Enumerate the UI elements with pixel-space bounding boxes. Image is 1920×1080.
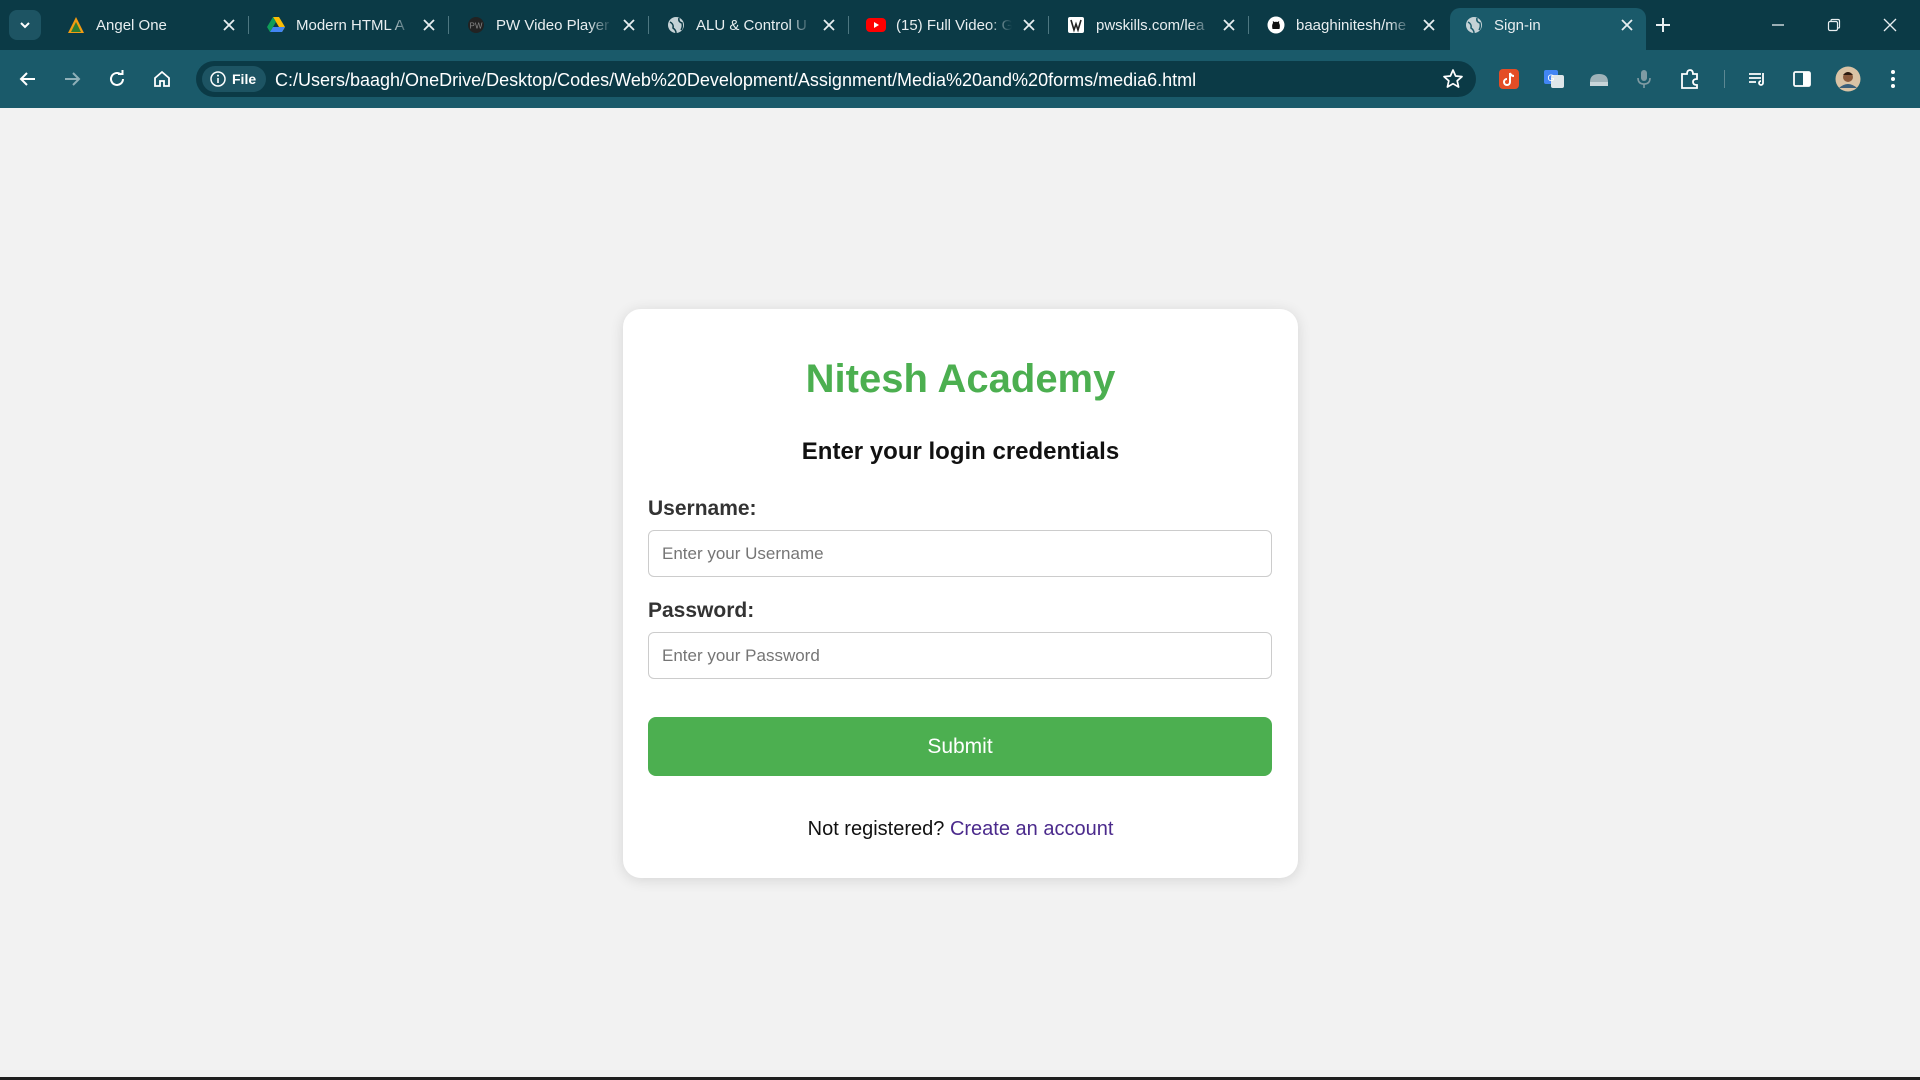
tab-title: (15) Full Video: G <box>896 16 1012 34</box>
tab-github-baaghinitesh[interactable]: baaghinitesh/me <box>1252 8 1448 42</box>
tab-alu-control[interactable]: ALU & Control U <box>652 8 848 42</box>
translate-icon: G <box>1544 70 1564 88</box>
restore-button[interactable] <box>1806 0 1862 50</box>
username-input[interactable] <box>648 530 1272 577</box>
home-icon <box>154 70 170 87</box>
browser-menu-button[interactable] <box>1880 66 1906 92</box>
close-icon[interactable] <box>618 14 640 36</box>
arrow-right-icon <box>65 72 81 86</box>
pw-icon: PW <box>466 15 486 35</box>
side-panel-button[interactable] <box>1789 66 1815 92</box>
profile-avatar-button[interactable] <box>1835 66 1861 92</box>
tab-title: ALU & Control U <box>696 16 807 34</box>
svg-text:G: G <box>1547 73 1554 83</box>
tab-youtube-full-video[interactable]: (15) Full Video: G <box>852 8 1048 42</box>
file-chip-label: File <box>232 71 257 87</box>
login-subtitle: Enter your login credentials <box>801 438 1120 465</box>
minimize-button[interactable] <box>1750 0 1806 50</box>
tiktok-extension-icon <box>1499 69 1519 89</box>
tab-pwskills[interactable]: pwskills.com/lea <box>1052 8 1248 42</box>
puzzle-icon <box>1681 69 1698 89</box>
tab-search-button[interactable] <box>9 10 41 40</box>
tab-title: PW Video Player <box>496 16 610 34</box>
info-icon <box>210 71 226 87</box>
plus-icon <box>1656 18 1670 32</box>
minimize-icon <box>1772 24 1784 26</box>
password-label: Password: <box>648 599 755 622</box>
chevron-down-icon <box>20 22 30 29</box>
new-tab-button[interactable] <box>1650 12 1676 38</box>
url-text[interactable]: C:/Users/baagh/OneDrive/Desktop/Codes/We… <box>275 70 1196 91</box>
close-icon <box>1883 18 1897 32</box>
tab-separator <box>648 16 649 34</box>
tab-title: pwskills.com/lea <box>1096 16 1205 34</box>
tab-separator <box>1248 16 1249 34</box>
submit-button[interactable]: Submit <box>648 717 1272 776</box>
tab-pw-video-player[interactable]: PW PW Video Player <box>452 8 648 42</box>
username-label: Username: <box>648 497 757 520</box>
youtube-icon <box>866 15 886 35</box>
tab-title: Modern HTML A <box>296 16 405 34</box>
close-window-button[interactable] <box>1862 0 1918 50</box>
tab-title: Sign-in <box>1494 16 1541 34</box>
github-icon <box>1266 15 1286 35</box>
site-info-chip[interactable]: File <box>202 66 267 92</box>
restore-icon <box>1827 18 1841 32</box>
register-prompt: Not registered? Create an account <box>623 818 1298 841</box>
tab-strip: Angel One Modern HTML A PW PW Video Play… <box>0 0 1920 50</box>
tab-sign-in[interactable]: Sign-in <box>1450 8 1646 50</box>
forward-button[interactable] <box>56 63 88 95</box>
google-drive-icon <box>266 15 286 35</box>
pwskills-icon <box>1066 15 1086 35</box>
brand-title: Nitesh Academy <box>805 357 1116 401</box>
back-button[interactable] <box>12 63 44 95</box>
register-prompt-text: Not registered? <box>807 818 945 840</box>
toolbar-separator <box>1724 70 1725 88</box>
microphone-button[interactable] <box>1631 66 1657 92</box>
close-icon[interactable] <box>818 14 840 36</box>
tab-angel-one[interactable]: Angel One <box>52 8 248 42</box>
avatar <box>1835 66 1861 92</box>
home-button[interactable] <box>146 63 178 95</box>
extensions-button[interactable] <box>1677 66 1703 92</box>
media-controls-button[interactable] <box>1744 66 1770 92</box>
browser-toolbar: File C:/Users/baagh/OneDrive/Desktop/Cod… <box>0 50 1920 108</box>
close-icon[interactable] <box>1018 14 1040 36</box>
tab-modern-html[interactable]: Modern HTML A <box>252 8 448 42</box>
tab-separator <box>448 16 449 34</box>
close-icon[interactable] <box>218 14 240 36</box>
address-bar[interactable]: File C:/Users/baagh/OneDrive/Desktop/Cod… <box>196 61 1476 97</box>
more-vertical-icon <box>1891 70 1895 88</box>
tab-separator <box>248 16 249 34</box>
tab-title: Angel One <box>96 16 167 34</box>
close-icon[interactable] <box>1616 14 1638 36</box>
tab-title: baaghinitesh/me <box>1296 16 1407 34</box>
angel-one-icon <box>66 15 86 35</box>
tiktok-extension-button[interactable] <box>1496 66 1522 92</box>
bookmark-star-icon[interactable] <box>1442 68 1464 90</box>
globe-icon <box>1464 15 1484 35</box>
close-icon[interactable] <box>418 14 440 36</box>
drive-extension-icon <box>1590 74 1608 86</box>
globe-icon <box>666 15 686 35</box>
google-translate-button[interactable]: G <box>1541 66 1567 92</box>
media-queue-icon <box>1749 73 1764 86</box>
arrow-left-icon <box>19 72 35 86</box>
login-card: Nitesh Academy Enter your login credenti… <box>623 309 1298 878</box>
close-icon[interactable] <box>1218 14 1240 36</box>
svg-text:PW: PW <box>470 22 483 31</box>
cast-extension-button[interactable] <box>1586 66 1612 92</box>
tab-separator <box>848 16 849 34</box>
close-icon[interactable] <box>1418 14 1440 36</box>
reload-button[interactable] <box>101 63 133 95</box>
create-account-link[interactable]: Create an account <box>950 818 1113 840</box>
microphone-icon <box>1637 70 1651 88</box>
password-input[interactable] <box>648 632 1272 679</box>
reload-icon <box>110 70 124 86</box>
side-panel-icon <box>1793 71 1811 87</box>
tab-separator <box>1048 16 1049 34</box>
